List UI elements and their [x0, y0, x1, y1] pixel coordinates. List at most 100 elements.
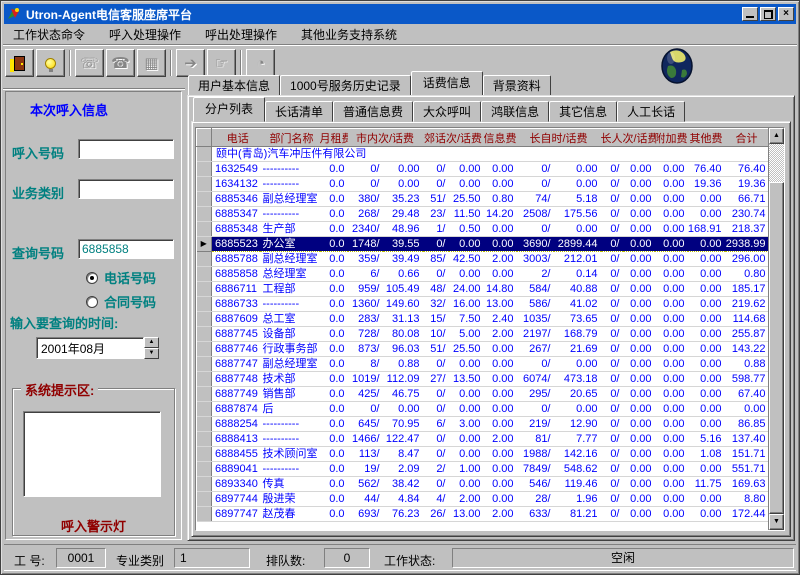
table-row[interactable]: 1634132----------0.00/0.000/0.000.000/0.…: [197, 177, 769, 192]
table-row[interactable]: 6897747赵茂春0.0693/76.2326/13.002.00633/81…: [197, 507, 769, 522]
table-row[interactable]: 6887748技术部0.01019/112.0927/13.500.006074…: [197, 372, 769, 387]
table-row[interactable]: 6887874后0.00/0.000/0.000.000/0.000/0.000…: [197, 402, 769, 417]
radio-contract-number[interactable]: 合同号码: [86, 292, 156, 311]
company-row[interactable]: 颐中(青岛)汽车冲压件有限公司: [197, 147, 769, 162]
cell-value: 0/: [517, 402, 554, 417]
column-header[interactable]: 电话: [212, 129, 260, 147]
phone-hangup-icon: ☎: [111, 54, 130, 72]
category-label: 专业类别: [116, 552, 164, 569]
row-gutter: [197, 477, 212, 492]
table-row[interactable]: 6885858总经理室0.06/0.660/0.000.002/0.140/0.…: [197, 267, 769, 282]
scrollbar-track[interactable]: [769, 144, 784, 182]
subtab-人工长话[interactable]: 人工长话: [617, 101, 685, 122]
subtab-普通信息费[interactable]: 普通信息费: [333, 101, 413, 122]
close-button[interactable]: ×: [778, 7, 794, 21]
column-header[interactable]: 其他费: [688, 129, 725, 147]
scroll-down-button[interactable]: ▼: [769, 514, 784, 530]
incoming-call-warning-label: 呼入警示灯: [6, 516, 181, 535]
table-row[interactable]: 6886733----------0.01360/149.6032/16.001…: [197, 297, 769, 312]
radio-phone-icon: [86, 272, 98, 284]
table-row[interactable]: 6887745设备部0.0728/80.0810/5.002.002197/16…: [197, 327, 769, 342]
table-row[interactable]: ▶6885523办公室0.01748/39.550/0.000.003690/2…: [197, 237, 769, 252]
table-row[interactable]: 6888413----------0.01466/122.470/0.002.0…: [197, 432, 769, 447]
table-row[interactable]: 6885788副总经理室0.0359/39.4985/42.502.003003…: [197, 252, 769, 267]
column-header[interactable]: 市内次/话费: [348, 129, 423, 147]
table-row[interactable]: 6888455技术顾问室0.0113/8.470/0.000.001988/14…: [197, 447, 769, 462]
query-month-input[interactable]: 2001年08月: [36, 337, 144, 359]
cell-value: 119.46: [554, 477, 601, 492]
row-gutter: [197, 192, 212, 207]
menu-item[interactable]: 其他业务支持系统: [301, 26, 397, 43]
subtab-分户列表[interactable]: 分户列表: [193, 97, 265, 122]
spinner-down-button[interactable]: ▼: [144, 348, 159, 359]
column-header[interactable]: 合计: [725, 129, 769, 147]
column-header[interactable]: 长自时/话费: [517, 129, 601, 147]
cell-value: 0.0: [320, 222, 348, 237]
fee-table-body: 颐中(青岛)汽车冲压件有限公司1632549----------0.00/0.0…: [197, 147, 769, 522]
column-header[interactable]: 信息费: [484, 129, 517, 147]
cell-department: 副总经理室: [260, 357, 320, 372]
table-row[interactable]: 6887609总工室0.0283/31.1315/7.502.401035/73…: [197, 312, 769, 327]
cell-value: 295/: [517, 387, 554, 402]
keypad-button[interactable]: ▦: [137, 49, 166, 77]
toolbar-separator: [170, 50, 172, 76]
cell-value: 0/: [348, 177, 383, 192]
title-bar[interactable]: Utron-Agent电信客服座席平台 ×: [4, 4, 796, 24]
radio-phone-number[interactable]: 电话号码: [86, 268, 156, 287]
tab-1000号服务历史记录[interactable]: 1000号服务历史记录: [280, 75, 411, 96]
table-row[interactable]: 6886711工程部0.0959/105.4948/24.0014.80584/…: [197, 282, 769, 297]
table-row[interactable]: 6893340传真0.0562/38.420/0.000.00546/119.4…: [197, 477, 769, 492]
service-type-input[interactable]: [78, 179, 174, 199]
column-header[interactable]: 郊话次/话费: [423, 129, 484, 147]
exit-door-button[interactable]: [5, 49, 34, 77]
column-header[interactable]: 月租费: [320, 129, 348, 147]
table-row[interactable]: 6887747副总经理室0.08/0.880/0.000.000/0.000/0…: [197, 357, 769, 372]
table-row[interactable]: 6885348生产部0.02340/48.961/0.500.000/0.000…: [197, 222, 769, 237]
tab-话费信息[interactable]: 话费信息: [411, 71, 483, 96]
tab-用户基本信息[interactable]: 用户基本信息: [188, 75, 280, 96]
subtab-长话清单[interactable]: 长话清单: [265, 101, 333, 122]
column-header[interactable]: 附加费: [655, 129, 688, 147]
subtab-其它信息[interactable]: 其它信息: [549, 101, 617, 122]
phone-answer-button[interactable]: ☏: [75, 49, 104, 77]
cell-value: 35.23: [383, 192, 423, 207]
table-row[interactable]: 6885346副总经理室0.0380/35.2351/25.500.8074/5…: [197, 192, 769, 207]
cell-department: ----------: [260, 297, 320, 312]
cell-value: 546/: [517, 477, 554, 492]
tab-背景资料[interactable]: 背景资料: [483, 75, 551, 96]
restore-button[interactable]: [760, 7, 776, 21]
cell-value: 185.17: [725, 282, 769, 297]
subtab-大众呼叫[interactable]: 大众呼叫: [413, 101, 481, 122]
query-number-input[interactable]: [78, 239, 174, 259]
menu-item[interactable]: 呼入处理操作: [109, 26, 181, 43]
menu-item[interactable]: 工作状态命令: [13, 26, 85, 43]
cell-value: 728/: [348, 327, 383, 342]
minimize-button[interactable]: [742, 7, 758, 21]
cell-value: 0.00: [623, 462, 655, 477]
cell-value: 0.0: [320, 417, 348, 432]
column-header[interactable]: 长人次/话费: [601, 129, 655, 147]
cell-value: 122.47: [383, 432, 423, 447]
cell-value: 0.00: [484, 402, 517, 417]
spinner-up-button[interactable]: ▲: [144, 337, 159, 348]
menu-item[interactable]: 呼出处理操作: [205, 26, 277, 43]
scroll-up-button[interactable]: ▲: [769, 128, 784, 144]
table-row[interactable]: 1632549----------0.00/0.000/0.000.000/0.…: [197, 162, 769, 177]
row-gutter: [197, 252, 212, 267]
scrollbar-thumb[interactable]: [769, 182, 784, 514]
panel-title: 本次呼入信息: [30, 100, 108, 119]
table-row[interactable]: 6888254----------0.0645/70.956/3.000.002…: [197, 417, 769, 432]
cell-value: 0.00: [484, 237, 517, 252]
table-row[interactable]: 6897744殷进荣0.044/4.844/2.000.0028/1.960/0…: [197, 492, 769, 507]
cell-department: ----------: [260, 207, 320, 222]
table-row[interactable]: 6889041----------0.019/2.092/1.000.00784…: [197, 462, 769, 477]
caller-number-input[interactable]: [78, 139, 174, 159]
column-header[interactable]: 部门名称: [260, 129, 320, 147]
phone-hangup-button[interactable]: ☎: [106, 49, 135, 77]
table-row[interactable]: 6887749销售部0.0425/46.750/0.000.00295/20.6…: [197, 387, 769, 402]
subtab-鸿联信息[interactable]: 鸿联信息: [481, 101, 549, 122]
table-row[interactable]: 6887746行政事务部0.0873/96.0351/25.500.00267/…: [197, 342, 769, 357]
lightbulb-button[interactable]: [36, 49, 65, 77]
table-row[interactable]: 6885347----------0.0268/29.4823/11.5014.…: [197, 207, 769, 222]
cell-value: 0.00: [688, 462, 725, 477]
